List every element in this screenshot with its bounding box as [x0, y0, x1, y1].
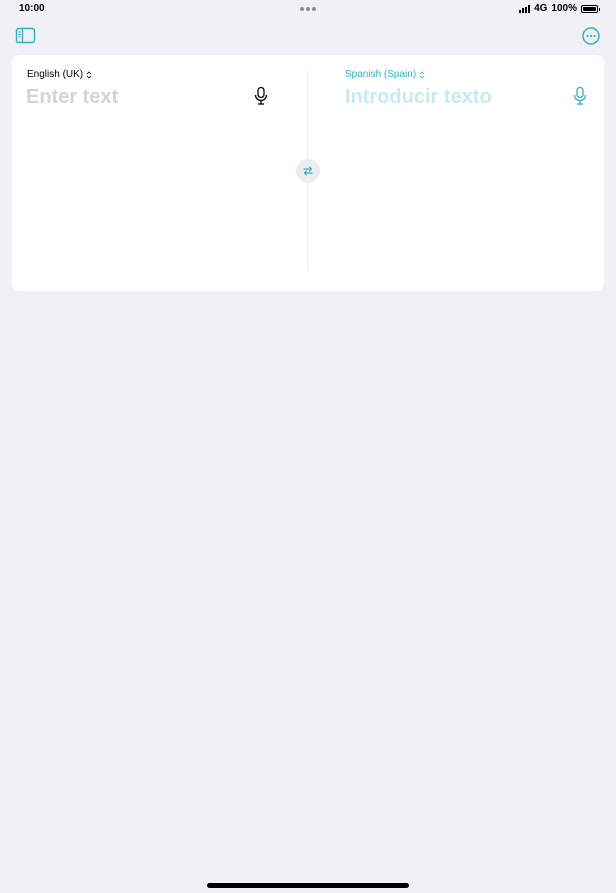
source-text-input[interactable]	[26, 84, 246, 110]
ellipsis-circle-icon	[582, 27, 600, 45]
source-language-label: English (UK)	[27, 69, 84, 80]
chevron-up-down-icon	[419, 70, 425, 79]
status-indicators: 4G 100%	[519, 3, 600, 14]
swap-languages-button[interactable]	[296, 159, 320, 183]
translation-card: English (UK) Spanish (Spain)	[12, 55, 604, 291]
multitasking-dots-icon[interactable]	[300, 7, 316, 11]
sidebar-toggle-button[interactable]	[15, 25, 37, 47]
microphone-icon	[573, 86, 587, 105]
target-language-label: Spanish (Spain)	[345, 69, 417, 80]
microphone-icon	[254, 86, 268, 105]
chevron-up-down-icon	[86, 70, 92, 79]
network-type: 4G	[534, 3, 548, 14]
source-microphone-button[interactable]	[253, 86, 269, 106]
source-language-selector[interactable]: English (UK)	[27, 69, 92, 80]
home-indicator[interactable]	[207, 883, 409, 888]
target-microphone-button[interactable]	[572, 86, 588, 106]
status-bar: 10:00 4G 100%	[0, 0, 616, 18]
battery-percent: 100%	[551, 3, 577, 14]
sidebar-icon	[15, 27, 36, 44]
swap-arrows-icon	[303, 166, 313, 176]
status-time: 10:00	[19, 3, 45, 14]
target-language-selector[interactable]: Spanish (Spain)	[345, 69, 425, 80]
cellular-signal-icon	[519, 4, 531, 13]
target-text-input[interactable]	[345, 84, 565, 110]
battery-icon	[581, 4, 600, 13]
more-options-button[interactable]	[580, 25, 602, 47]
